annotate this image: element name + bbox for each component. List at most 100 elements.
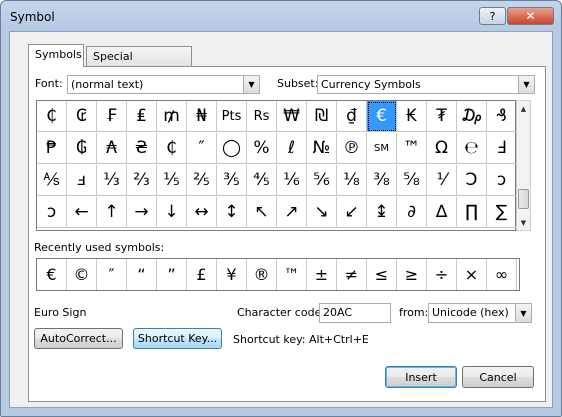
arrow-up-icon[interactable]: ▲	[517, 101, 530, 116]
recent-symbol-cell[interactable]: ×	[457, 259, 487, 290]
symbol-cell[interactable]: ↨	[367, 197, 397, 228]
help-button[interactable]: ?	[479, 7, 506, 25]
symbol-cell[interactable]: ↖	[247, 197, 277, 228]
symbol-cell[interactable]: ⅖	[187, 165, 217, 196]
symbol-cell[interactable]: ℓ	[277, 133, 307, 164]
symbol-cell[interactable]: №	[307, 133, 337, 164]
symbol-cell[interactable]: ∑	[487, 197, 517, 228]
symbol-grid-scrollbar[interactable]: ▲ ▼	[516, 100, 531, 231]
symbol-cell[interactable]: ₵	[37, 101, 67, 132]
symbol-cell[interactable]: €	[367, 101, 397, 132]
symbol-cell[interactable]: ⅗	[217, 165, 247, 196]
symbol-cell[interactable]: ₱	[37, 133, 67, 164]
symbol-cell[interactable]: ⅝	[397, 165, 427, 196]
recent-symbol-cell[interactable]: €	[37, 259, 67, 290]
symbol-cell[interactable]: ₣	[97, 101, 127, 132]
symbol-cell[interactable]: ₪	[307, 101, 337, 132]
symbol-cell[interactable]: ⅚	[307, 165, 337, 196]
chevron-down-icon[interactable]: ▼	[243, 76, 259, 93]
symbol-cell[interactable]: ∏	[457, 197, 487, 228]
chevron-down-icon[interactable]: ▼	[515, 304, 531, 322]
symbol-cell[interactable]: ⅘	[247, 165, 277, 196]
recent-symbol-cell[interactable]: ∞	[487, 259, 517, 290]
symbol-cell[interactable]: ←	[67, 197, 97, 228]
symbol-cell[interactable]: ↘	[307, 197, 337, 228]
symbol-cell[interactable]: ⅙	[277, 165, 307, 196]
symbol-cell[interactable]: ₩	[277, 101, 307, 132]
symbol-cell[interactable]: ↄ	[487, 165, 517, 196]
recent-symbol-cell[interactable]: ≠	[337, 259, 367, 290]
recent-symbol-cell[interactable]: ≤	[367, 259, 397, 290]
symbol-cell[interactable]: ∂	[397, 197, 427, 228]
symbol-cell[interactable]: Ⅎ	[487, 133, 517, 164]
symbol-cell[interactable]: ″	[187, 133, 217, 164]
character-code-field[interactable]: 20AC	[319, 303, 391, 323]
recent-symbol-cell[interactable]: ″	[97, 259, 127, 290]
from-dropdown[interactable]: Unicode (hex) ▼	[428, 303, 532, 323]
symbol-cell[interactable]: Rs	[247, 101, 277, 132]
recent-symbol-cell[interactable]: ±	[307, 259, 337, 290]
symbol-cell[interactable]: ∆	[427, 197, 457, 228]
symbol-cell[interactable]: ₤	[127, 101, 157, 132]
symbol-cell[interactable]: ↑	[97, 197, 127, 228]
symbol-cell[interactable]: ↗	[277, 197, 307, 228]
symbol-cell[interactable]: ₢	[67, 101, 97, 132]
symbol-cell[interactable]: ⅜	[367, 165, 397, 196]
symbol-cell[interactable]: ₵	[157, 133, 187, 164]
insert-button[interactable]: Insert	[385, 366, 457, 388]
font-label: Font:	[35, 77, 63, 90]
symbol-cell[interactable]: ₳	[97, 133, 127, 164]
symbol-cell[interactable]: →	[127, 197, 157, 228]
symbol-cell[interactable]: ₲	[67, 133, 97, 164]
symbol-cell[interactable]: ₦	[187, 101, 217, 132]
symbol-cell[interactable]: ⅟	[427, 165, 457, 196]
tab-special-characters[interactable]: Special Characters	[86, 46, 192, 82]
symbol-cell[interactable]: ₥	[157, 101, 187, 132]
symbol-cell[interactable]: ₮	[427, 101, 457, 132]
symbol-cell[interactable]: ↙	[337, 197, 367, 228]
recent-symbol-cell[interactable]: ÷	[427, 259, 457, 290]
cancel-button[interactable]: Cancel	[462, 366, 534, 388]
symbol-cell[interactable]: ₴	[127, 133, 157, 164]
symbol-cell[interactable]: ℮	[457, 133, 487, 164]
subset-dropdown[interactable]: Currency Symbols ▼	[317, 75, 535, 94]
arrow-down-icon[interactable]: ▼	[517, 215, 530, 230]
symbol-cell[interactable]: Pts	[217, 101, 247, 132]
close-button[interactable]: ✕	[507, 7, 554, 25]
recent-symbol-cell[interactable]: £	[187, 259, 217, 290]
symbol-cell[interactable]: ◯	[217, 133, 247, 164]
symbol-cell[interactable]: ↕	[217, 197, 247, 228]
symbol-cell[interactable]: ℗	[337, 133, 367, 164]
symbol-cell[interactable]: Ↄ	[457, 165, 487, 196]
symbol-cell[interactable]: %	[247, 133, 277, 164]
recent-symbol-cell[interactable]: ”	[157, 259, 187, 290]
recent-symbol-cell[interactable]: ™	[277, 259, 307, 290]
symbol-cell[interactable]: ⅓	[97, 165, 127, 196]
symbol-cell[interactable]: ₯	[457, 101, 487, 132]
symbol-cell[interactable]: ₭	[397, 101, 427, 132]
symbol-cell[interactable]: ⅍	[37, 165, 67, 196]
scrollbar-thumb[interactable]	[518, 189, 529, 209]
symbol-cell[interactable]: SM	[367, 133, 397, 164]
symbol-cell[interactable]: ™	[397, 133, 427, 164]
autocorrect-button[interactable]: AutoCorrect...	[34, 328, 123, 349]
symbol-cell[interactable]: ⅕	[157, 165, 187, 196]
font-dropdown[interactable]: (normal text) ▼	[67, 75, 260, 94]
recent-symbol-cell[interactable]: ©	[67, 259, 97, 290]
recent-symbol-cell[interactable]: ®	[247, 259, 277, 290]
chevron-down-icon[interactable]: ▼	[518, 76, 534, 93]
recent-symbol-cell[interactable]: ≥	[397, 259, 427, 290]
recent-symbol-cell[interactable]: ¥	[217, 259, 247, 290]
symbol-cell[interactable]: ↓	[157, 197, 187, 228]
symbol-cell[interactable]: ↔	[187, 197, 217, 228]
symbol-cell[interactable]: ₰	[487, 101, 517, 132]
symbol-cell[interactable]: ↄ	[37, 197, 67, 228]
tab-symbols[interactable]: Symbols	[28, 44, 84, 67]
symbol-cell[interactable]: ₫	[337, 101, 367, 132]
shortcut-key-button[interactable]: Shortcut Key...	[133, 328, 222, 349]
symbol-cell[interactable]: ⅎ	[67, 165, 97, 196]
symbol-cell[interactable]: ⅛	[337, 165, 367, 196]
symbol-cell[interactable]: ⅔	[127, 165, 157, 196]
recent-symbol-cell[interactable]: “	[127, 259, 157, 290]
symbol-cell[interactable]: Ω	[427, 133, 457, 164]
